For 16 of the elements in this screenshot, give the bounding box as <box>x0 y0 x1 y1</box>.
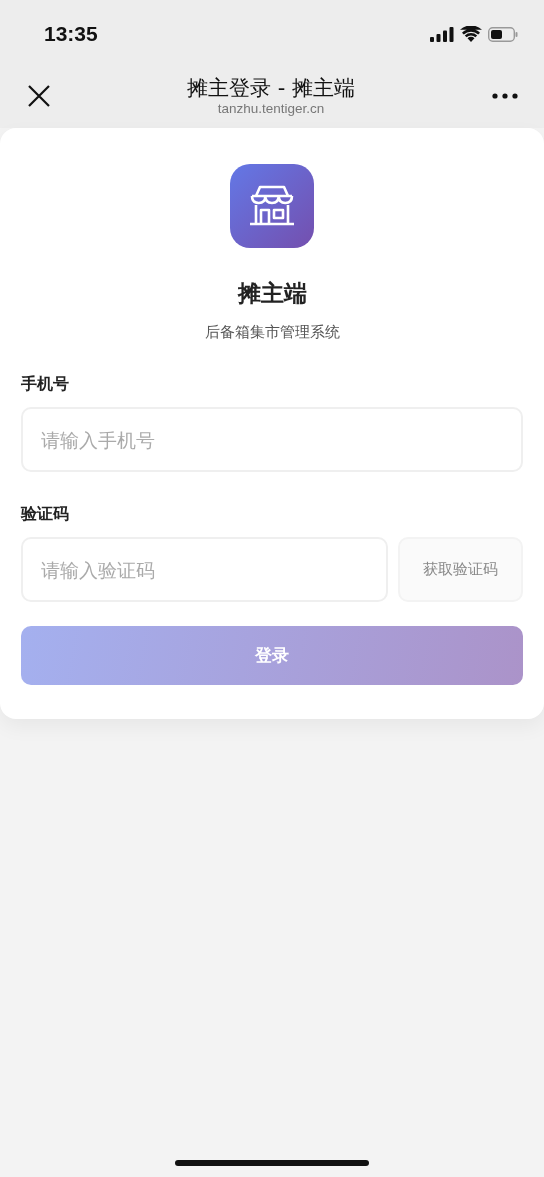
code-field[interactable]: 请输入验证码 <box>21 537 388 602</box>
get-code-button[interactable]: 获取验证码 <box>398 537 523 602</box>
field-label: 手机号 <box>21 374 70 395</box>
status-time: 13:35 <box>44 22 98 46</box>
app-subtitle: 后备箱集市管理系统 <box>204 323 340 342</box>
page-url: tanzhu.tentiger.cn <box>217 101 325 117</box>
store-icon <box>230 164 314 248</box>
phone-field[interactable]: 请输入手机号 <box>21 407 523 472</box>
battery-icon <box>488 26 518 42</box>
field-label: 验证码 <box>21 504 70 525</box>
close-icon[interactable] <box>28 85 50 107</box>
app-name: 摊主端 <box>237 279 307 308</box>
signal-icon <box>430 26 454 42</box>
more-icon[interactable] <box>492 93 518 99</box>
page-title: 摊主登录 - 摊主端 <box>187 75 355 101</box>
wifi-icon <box>460 26 482 42</box>
